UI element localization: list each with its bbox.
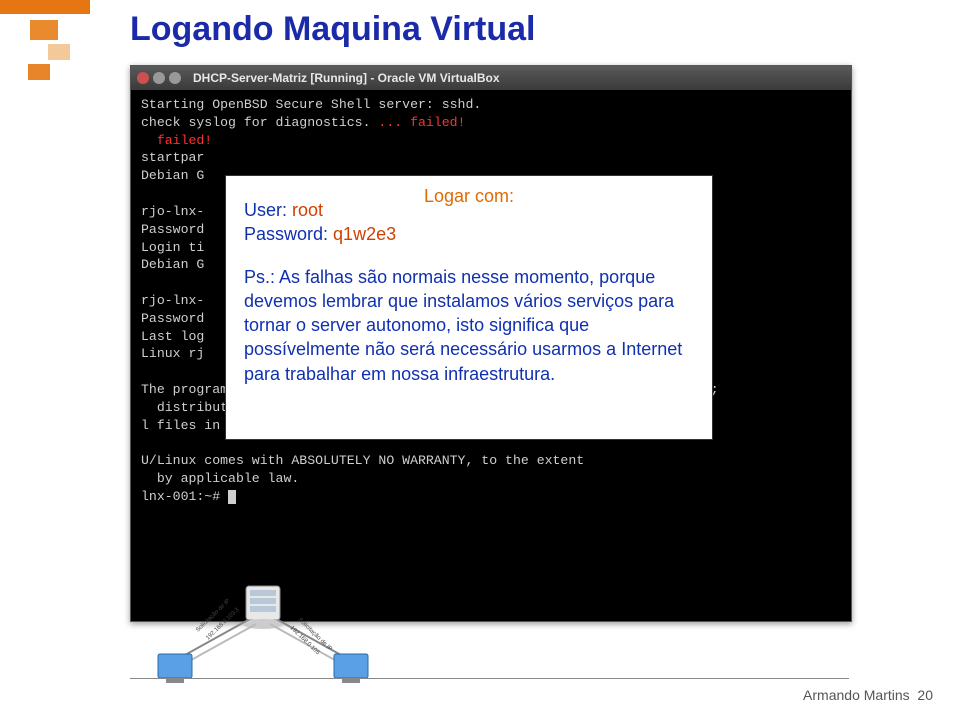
slide-title: Logando Maquina Virtual — [130, 10, 536, 49]
password-value: q1w2e3 — [333, 224, 396, 244]
terminal-line: Starting OpenBSD Secure Shell server: ss… — [141, 97, 481, 112]
network-diagram: Solicitação de IP 192.168.0.103.3 Solici… — [138, 580, 388, 680]
slide-accent-box — [28, 64, 50, 80]
terminal-prompt: lnx-001:~# — [141, 489, 228, 504]
network-diagram-svg: Solicitação de IP 192.168.0.103.3 Solici… — [138, 580, 388, 690]
login-instructions-box: Logar com: User: root Password: q1w2e3 P… — [225, 175, 713, 440]
close-icon[interactable] — [137, 72, 149, 84]
terminal-line: by applicable law. — [141, 471, 299, 486]
footer-author: Armando Martins — [803, 687, 910, 703]
terminal-line: Linux rj — [141, 346, 204, 361]
terminal-line: Password — [141, 222, 204, 237]
terminal-line: Login ti — [141, 240, 204, 255]
terminal-line: Debian G — [141, 257, 204, 272]
server-icon — [243, 586, 283, 629]
footer-divider — [130, 678, 849, 679]
window-title: DHCP-Server-Matriz [Running] - Oracle VM… — [193, 71, 500, 85]
terminal-line: U/Linux comes with ABSOLUTELY NO WARRANT… — [141, 453, 584, 468]
slide-accent-box — [30, 20, 58, 40]
footer-page: 20 — [917, 687, 933, 703]
login-heading: Logar com: — [226, 186, 712, 207]
window-titlebar[interactable]: DHCP-Server-Matriz [Running] - Oracle VM… — [131, 66, 851, 90]
terminal-failed-text: ... failed! — [378, 115, 465, 130]
terminal-line: check syslog for diagnostics. — [141, 115, 378, 130]
maximize-icon[interactable] — [169, 72, 181, 84]
slide-accent-box — [48, 44, 70, 60]
terminal-line: Password — [141, 311, 204, 326]
terminal-line: startpar — [141, 150, 204, 165]
terminal-line: Debian G — [141, 168, 204, 183]
terminal-line: rjo-lnx- — [141, 204, 204, 219]
slide-accent-bar — [0, 0, 90, 14]
terminal-line: rjo-lnx- — [141, 293, 204, 308]
terminal-failed-text: failed! — [157, 133, 212, 148]
login-note: Ps.: As falhas são normais nesse momento… — [244, 265, 694, 386]
minimize-icon[interactable] — [153, 72, 165, 84]
terminal-line: Last log — [141, 329, 204, 344]
slide-footer: Armando Martins 20 — [803, 687, 933, 703]
terminal-line — [141, 133, 157, 148]
password-label: Password: — [244, 224, 333, 244]
cursor-icon — [228, 490, 236, 504]
